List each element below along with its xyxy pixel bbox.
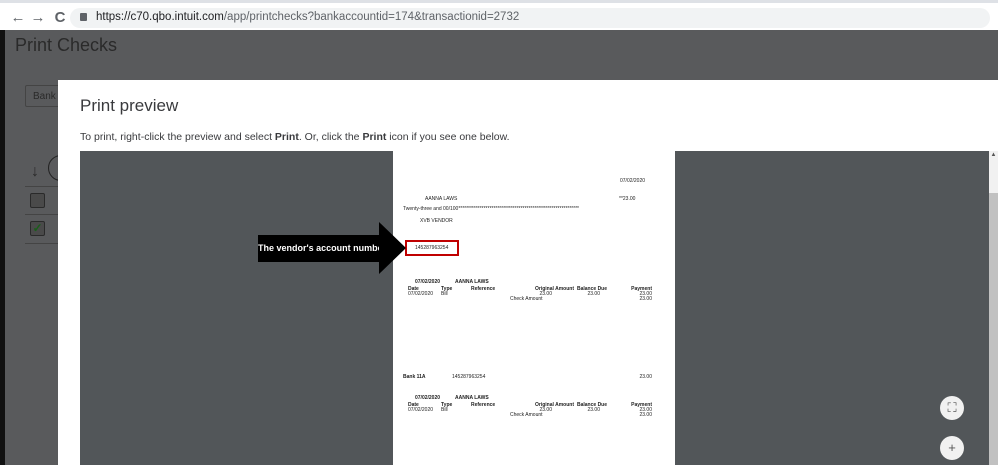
callout-arrow-icon — [379, 222, 406, 274]
url-text: https://c70.qbo.intuit.com/app/printchec… — [96, 11, 519, 23]
check-date: 07/02/2020 — [620, 178, 646, 184]
zoom-in-icon[interactable]: + — [940, 436, 964, 460]
sort-icon[interactable]: ↓ — [31, 163, 39, 181]
bank-name: Bank 11A — [403, 374, 426, 380]
check-amount-label: Check Amount — [510, 412, 543, 418]
bank-account-number: 145287963254 — [452, 374, 486, 380]
stub-1: 07/02/2020 AANNA LAWS Date Type Referenc… — [393, 277, 675, 307]
reload-icon[interactable]: C — [52, 9, 68, 26]
stub-date: 07/02/2020 — [415, 395, 441, 401]
address-bar[interactable]: https://c70.qbo.intuit.com/app/printchec… — [70, 8, 990, 28]
stub-payee: AANNA LAWS — [455, 395, 489, 401]
check-account-number: 145287963254 — [415, 245, 449, 251]
pdf-preview[interactable]: 07/02/2020 AANNA LAWS **23.00 Twenty-thr… — [80, 151, 989, 465]
col-reference: Reference — [471, 286, 496, 292]
check-amount: **23.00 — [619, 196, 636, 202]
row-checkbox[interactable]: ✓ — [30, 221, 45, 236]
print-preview-modal: Print preview To print, right-click the … — [58, 80, 998, 465]
row-balance: 23.00 — [587, 407, 600, 413]
instr-print: Print — [362, 131, 387, 143]
check-address: XVB VENDOR — [420, 218, 453, 224]
modal-title: Print preview — [80, 96, 179, 115]
back-icon[interactable]: ← — [10, 9, 26, 26]
modal-instructions: To print, right-click the preview and se… — [80, 131, 510, 143]
preview-scrollbar[interactable]: ▲ — [989, 151, 998, 465]
scroll-thumb[interactable] — [989, 193, 998, 465]
browser-toolbar: ← → C https://c70.qbo.intuit.com/app/pri… — [0, 3, 998, 30]
instr-text: icon if you see one below. — [386, 131, 510, 143]
row-type: Bill — [441, 407, 448, 413]
check-amount-total: 23.00 — [639, 412, 652, 418]
annotation-callout: The vendor's account number. — [258, 235, 388, 262]
fit-to-page-icon[interactable]: ⛶ — [940, 396, 964, 420]
check-amount-words: Twenty-three and 00/100*****************… — [403, 206, 579, 212]
page-title: Print Checks — [15, 35, 118, 55]
check-amount-label: Check Amount — [510, 296, 543, 302]
col-reference: Reference — [471, 402, 496, 408]
forward-icon[interactable]: → — [30, 9, 46, 26]
instr-text: . Or, click the — [298, 131, 363, 143]
lock-icon — [80, 13, 87, 21]
stub-date: 07/02/2020 — [415, 279, 441, 285]
check-page: 07/02/2020 AANNA LAWS **23.00 Twenty-thr… — [393, 151, 675, 465]
stub-2: 07/02/2020 AANNA LAWS Date Type Referenc… — [393, 393, 675, 423]
row-date: 07/02/2020 — [408, 291, 434, 297]
bank-amount: 23.00 — [639, 374, 652, 380]
url-host: https://c70.qbo.intuit.com — [96, 11, 224, 23]
stub-payee: AANNA LAWS — [455, 279, 489, 285]
instr-text: To print, right-click the preview and se… — [80, 131, 275, 143]
select-all-checkbox[interactable] — [30, 193, 45, 208]
row-type: Bill — [441, 291, 448, 297]
window-edge — [0, 30, 5, 465]
check-amount-total: 23.00 — [639, 296, 652, 302]
url-path: /app/printchecks?bankaccountid=174&trans… — [223, 11, 520, 23]
instr-print: Print — [274, 131, 299, 143]
row-balance: 23.00 — [587, 291, 600, 297]
scroll-up-icon[interactable]: ▲ — [989, 152, 998, 158]
check-payee: AANNA LAWS — [425, 196, 458, 202]
row-date: 07/02/2020 — [408, 407, 434, 413]
